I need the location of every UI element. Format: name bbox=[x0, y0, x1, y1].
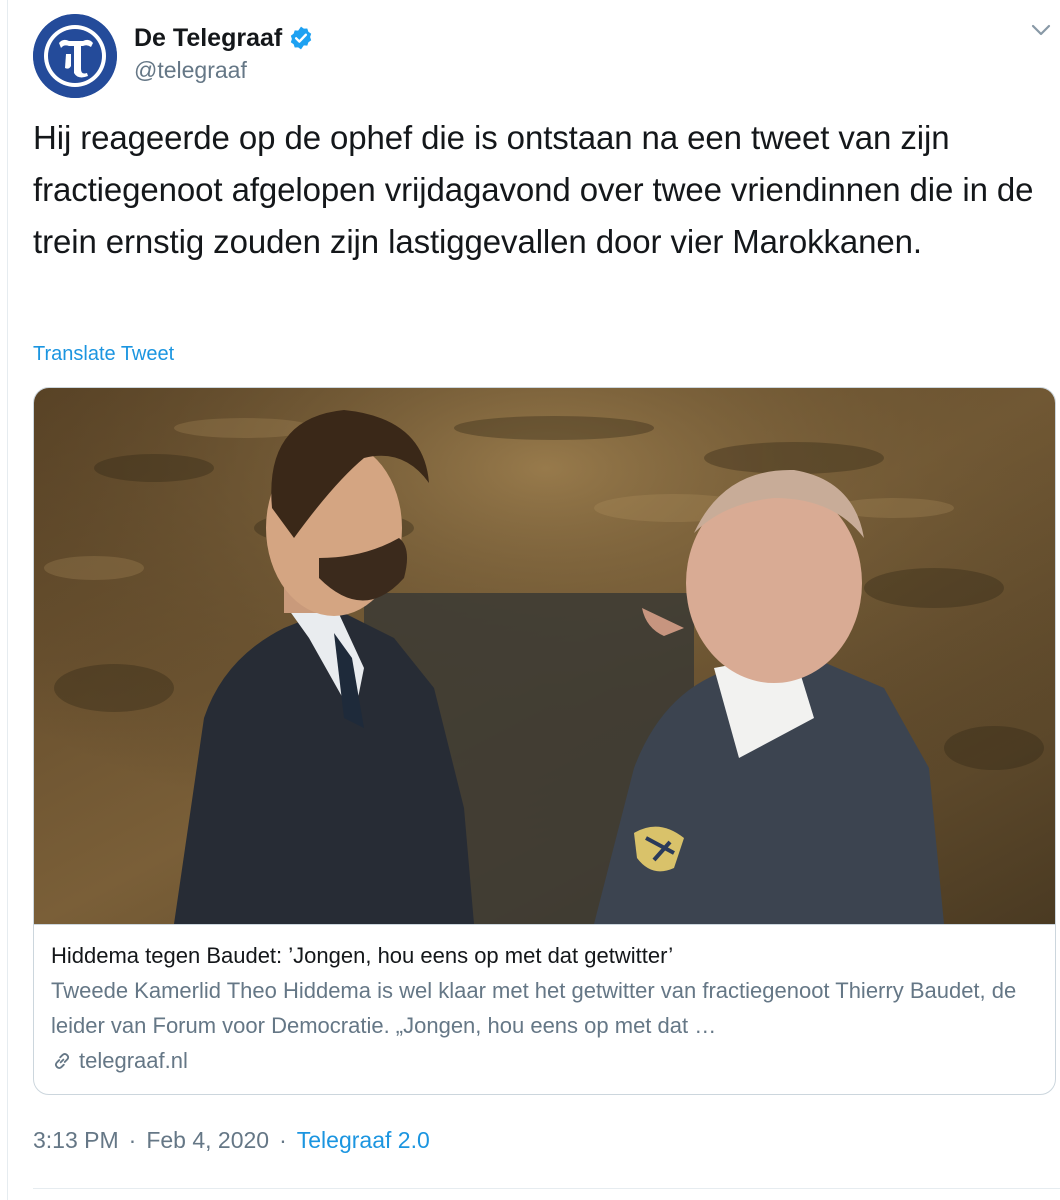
verified-badge-icon bbox=[291, 26, 312, 50]
author-name[interactable]: De Telegraaf bbox=[134, 24, 282, 53]
translate-tweet-link[interactable]: Translate Tweet bbox=[33, 343, 174, 366]
author-handle[interactable]: @telegraaf bbox=[134, 57, 314, 84]
card-divider bbox=[34, 924, 1055, 925]
article-photo bbox=[34, 388, 1055, 924]
telegraaf-logo-icon bbox=[33, 14, 117, 98]
bottom-divider bbox=[33, 1188, 1060, 1189]
tweet-date[interactable]: Feb 4, 2020 bbox=[146, 1127, 269, 1154]
tweet-time[interactable]: 3:13 PM bbox=[33, 1127, 119, 1154]
tweet: De Telegraaf @telegraaf Hij reageerde op… bbox=[0, 0, 1060, 1200]
author-block[interactable]: De Telegraaf @telegraaf bbox=[134, 22, 314, 84]
card-meta[interactable]: Hiddema tegen Baudet: ’Jongen, hou eens … bbox=[51, 940, 1039, 1077]
card-domain-label: telegraaf.nl bbox=[79, 1048, 188, 1073]
card-domain[interactable]: telegraaf.nl bbox=[51, 1045, 1039, 1077]
tweet-source-link[interactable]: Telegraaf 2.0 bbox=[297, 1127, 430, 1154]
tweet-footer: 3:13 PM · Feb 4, 2020 · Telegraaf 2.0 bbox=[33, 1127, 430, 1154]
footer-separator: · bbox=[128, 1127, 137, 1153]
link-icon bbox=[54, 1052, 70, 1070]
footer-separator-2: · bbox=[279, 1127, 287, 1153]
link-card[interactable]: Hiddema tegen Baudet: ’Jongen, hou eens … bbox=[33, 387, 1056, 1095]
avatar[interactable] bbox=[33, 14, 117, 98]
name-row: De Telegraaf bbox=[134, 22, 314, 54]
tweet-text: Hij reageerde op de ophef die is ontstaa… bbox=[33, 119, 1034, 260]
card-title[interactable]: Hiddema tegen Baudet: ’Jongen, hou eens … bbox=[51, 940, 1039, 972]
chevron-down-icon[interactable] bbox=[1030, 22, 1052, 38]
card-description: Tweede Kamerlid Theo Hiddema is wel klaa… bbox=[51, 978, 1017, 1038]
card-image[interactable] bbox=[34, 388, 1055, 924]
